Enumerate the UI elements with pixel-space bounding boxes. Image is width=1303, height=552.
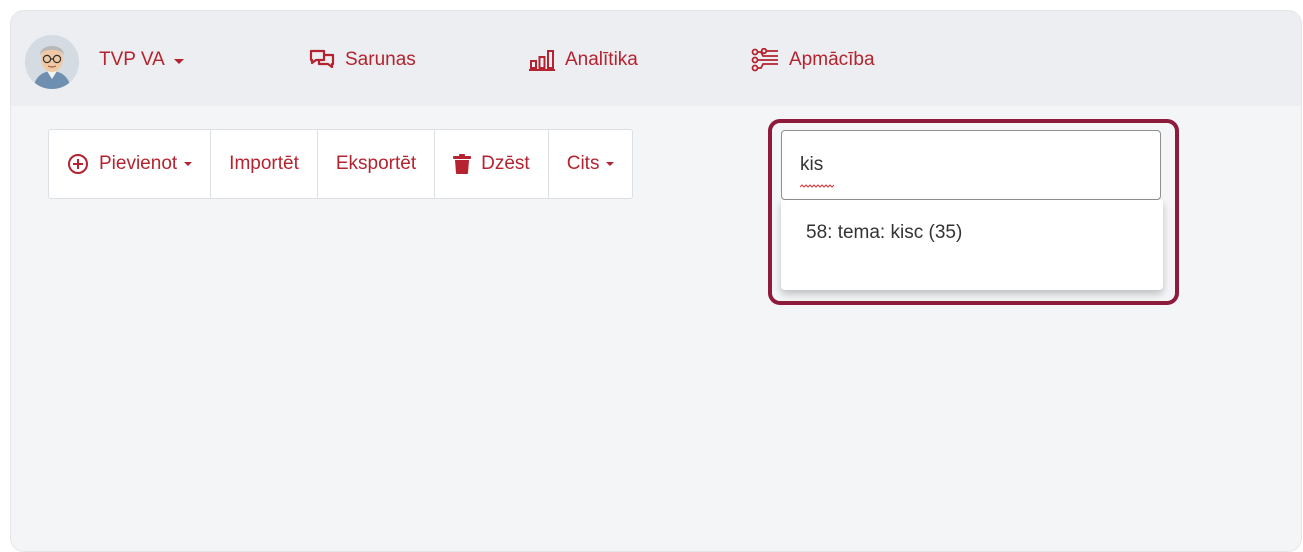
trash-icon: [453, 154, 472, 174]
add-button-label: Pievienot: [99, 153, 178, 174]
export-button[interactable]: Eksportēt: [318, 130, 436, 198]
nav-analitika-label: Analītika: [565, 49, 638, 70]
nav-apmaciba-label: Apmācība: [789, 49, 875, 70]
suggestion-item[interactable]: 58: tema: kisc (35): [806, 222, 962, 244]
nav-sarunas-label: Sarunas: [345, 49, 416, 70]
delete-button[interactable]: Dzēst: [435, 130, 549, 198]
nav-analitika[interactable]: Analītika: [529, 47, 638, 73]
chat-bubbles-icon: [309, 49, 335, 69]
bar-chart-icon: [529, 50, 555, 71]
caret-down-icon: [184, 162, 193, 166]
delete-button-label: Dzēst: [481, 153, 530, 174]
export-button-label: Eksportēt: [335, 153, 417, 174]
caret-down-icon: [173, 58, 184, 64]
user-menu[interactable]: TVP VA: [99, 47, 184, 73]
import-button[interactable]: Importēt: [211, 130, 318, 198]
caret-down-icon: [606, 162, 615, 166]
add-button[interactable]: Pievienot: [49, 130, 212, 198]
other-button[interactable]: Cits: [549, 130, 633, 198]
import-button-label: Importēt: [229, 153, 299, 174]
user-menu-label: TVP VA: [99, 49, 165, 70]
nav-apmaciba[interactable]: Apmācība: [751, 47, 875, 73]
circuit-icon: [751, 48, 778, 72]
top-navbar: TVP VA Sarunas Analītika Apmācība: [11, 11, 1301, 106]
avatar-image: [25, 35, 79, 89]
other-button-label: Cits: [566, 153, 600, 174]
search-input[interactable]: [781, 130, 1161, 200]
search-suggestions: 58: tema: kisc (35): [781, 200, 1163, 290]
plus-circle-icon: [68, 154, 88, 174]
spellcheck-underline: [800, 184, 834, 188]
user-avatar[interactable]: [25, 35, 79, 89]
app-frame: TVP VA Sarunas Analītika Apmācība Pievie…: [10, 10, 1302, 552]
action-toolbar: Pievienot Importēt Eksportēt Dzēst Cits: [48, 129, 634, 199]
nav-sarunas[interactable]: Sarunas: [309, 47, 416, 73]
